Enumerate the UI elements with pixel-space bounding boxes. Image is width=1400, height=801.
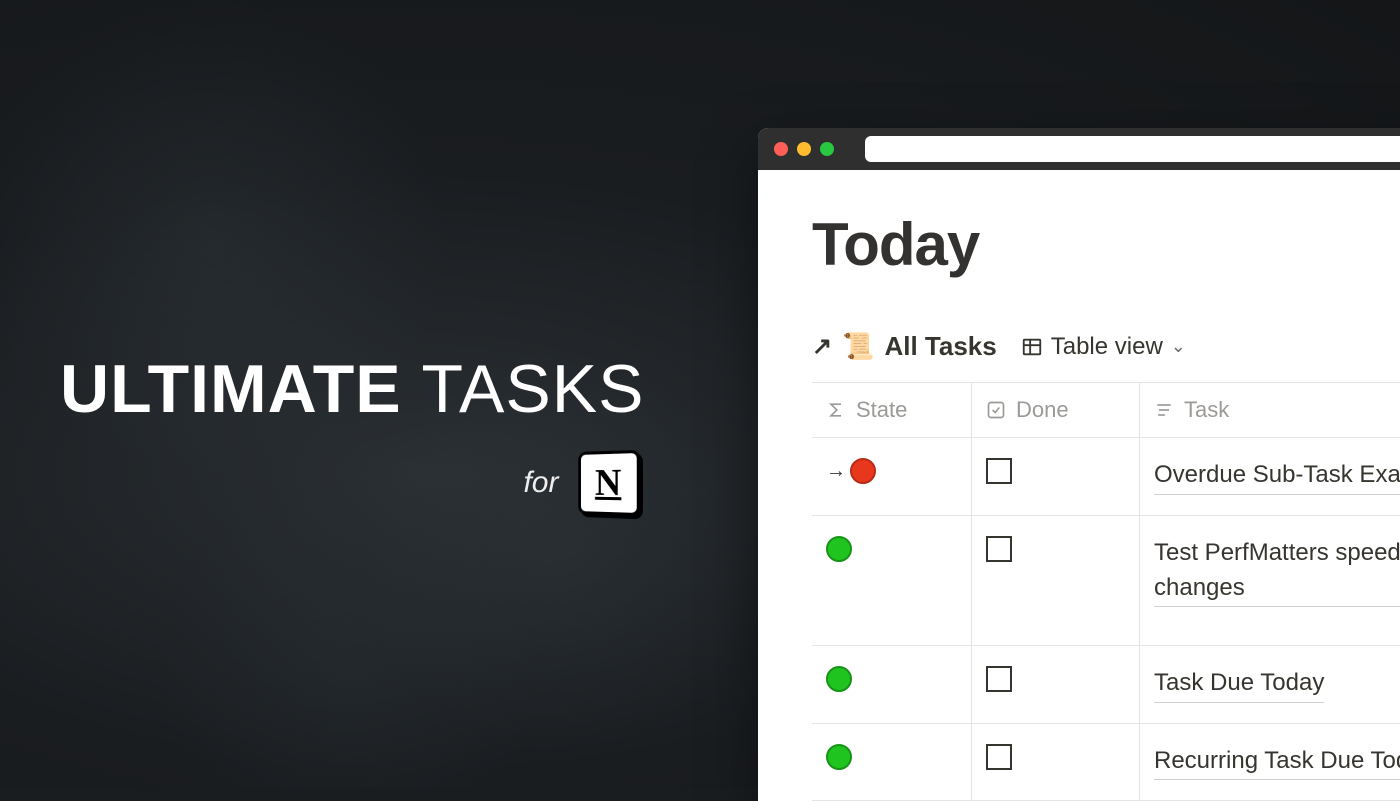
state-dot-icon xyxy=(826,744,852,770)
tasks-table: State Done Task → Overdue Sub-Task Exam xyxy=(812,382,1400,801)
cell-done xyxy=(972,646,1140,723)
cell-done xyxy=(972,438,1140,515)
table-row[interactable]: Test PerfMatters speed changes xyxy=(812,516,1400,646)
checkbox-icon xyxy=(986,400,1006,420)
browser-titlebar xyxy=(758,128,1400,170)
cell-task: Test PerfMatters speed changes xyxy=(1140,516,1400,645)
task-title[interactable]: Task Due Today xyxy=(1154,666,1324,703)
column-done-label: Done xyxy=(1016,397,1069,423)
done-checkbox[interactable] xyxy=(986,744,1012,770)
window-close-button[interactable] xyxy=(774,142,788,156)
column-header-task[interactable]: Task xyxy=(1140,383,1400,437)
text-icon xyxy=(1154,400,1174,420)
table-row[interactable]: Recurring Task Due Toda xyxy=(812,724,1400,801)
notion-page: Today ↗ 📜 All Tasks Table view ⌄ xyxy=(758,170,1400,801)
page-title: Today xyxy=(812,210,1400,279)
database-link[interactable]: ↗ 📜 All Tasks xyxy=(812,331,997,362)
window-zoom-button[interactable] xyxy=(820,142,834,156)
table-row[interactable]: → Overdue Sub-Task Exam xyxy=(812,438,1400,516)
task-title[interactable]: Test PerfMatters speed changes xyxy=(1154,536,1400,608)
hero-for-label: for xyxy=(523,466,558,500)
state-dot-icon xyxy=(850,458,876,484)
column-header-done[interactable]: Done xyxy=(972,383,1140,437)
column-task-label: Task xyxy=(1184,397,1229,423)
open-link-icon: ↗ xyxy=(812,332,832,361)
address-bar[interactable] xyxy=(865,136,1400,162)
done-checkbox[interactable] xyxy=(986,666,1012,692)
scroll-icon: 📜 xyxy=(842,331,874,362)
view-label: Table view xyxy=(1051,333,1163,361)
hero-title: ULTIMATE TASKS for N xyxy=(60,355,644,515)
cell-task: Recurring Task Due Toda xyxy=(1140,724,1400,801)
column-state-label: State xyxy=(856,397,907,423)
cell-done xyxy=(972,724,1140,801)
cell-state xyxy=(812,646,972,723)
notion-logo-icon: N xyxy=(579,450,641,516)
done-checkbox[interactable] xyxy=(986,458,1012,484)
task-title[interactable]: Recurring Task Due Toda xyxy=(1154,744,1400,781)
hero-word-thin: TASKS xyxy=(422,351,645,427)
task-title[interactable]: Overdue Sub-Task Exam xyxy=(1154,458,1400,495)
subtask-arrow-icon: → xyxy=(826,460,846,483)
notion-logo-glyph: N xyxy=(595,461,621,506)
cell-task: Overdue Sub-Task Exam xyxy=(1140,438,1400,515)
table-header-row: State Done Task xyxy=(812,383,1400,438)
table-icon xyxy=(1021,336,1043,358)
database-link-label: All Tasks xyxy=(884,331,996,362)
sigma-icon xyxy=(826,400,846,420)
chevron-down-icon: ⌄ xyxy=(1171,336,1186,357)
state-dot-icon xyxy=(826,666,852,692)
cell-state xyxy=(812,724,972,801)
done-checkbox[interactable] xyxy=(986,536,1012,562)
table-row[interactable]: Task Due Today xyxy=(812,646,1400,724)
cell-state: → xyxy=(812,438,972,515)
column-header-state[interactable]: State xyxy=(812,383,972,437)
database-header: ↗ 📜 All Tasks Table view ⌄ xyxy=(812,331,1400,362)
cell-done xyxy=(972,516,1140,645)
cell-task: Task Due Today xyxy=(1140,646,1400,723)
window-minimize-button[interactable] xyxy=(797,142,811,156)
state-dot-icon xyxy=(826,536,852,562)
cell-state xyxy=(812,516,972,645)
hero-word-bold: ULTIMATE xyxy=(60,351,402,427)
view-switcher[interactable]: Table view ⌄ xyxy=(1021,333,1186,361)
browser-window: Today ↗ 📜 All Tasks Table view ⌄ xyxy=(758,128,1400,801)
